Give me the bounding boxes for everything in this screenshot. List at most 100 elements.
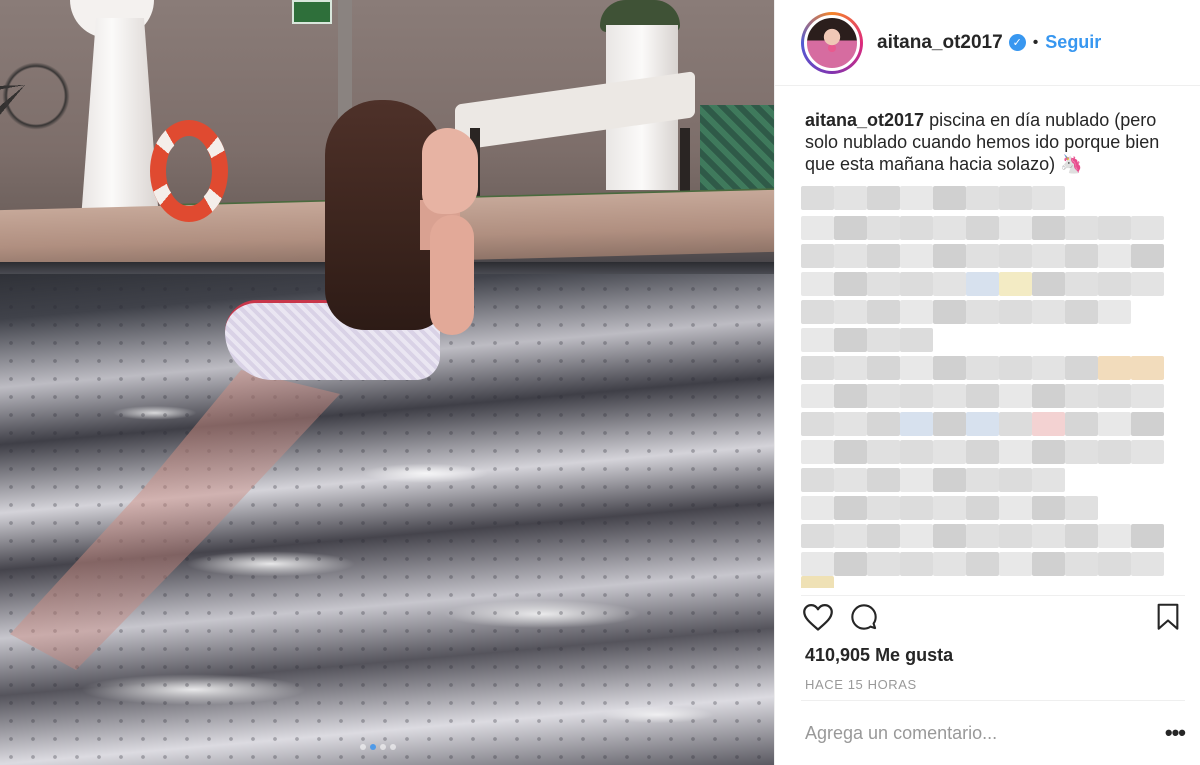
blurred-comment-pixel	[966, 440, 999, 464]
heart-icon[interactable]	[801, 600, 835, 634]
carousel-dot[interactable]	[390, 744, 396, 750]
username-link[interactable]: aitana_ot2017	[877, 32, 1003, 54]
blurred-comment-pixel	[966, 186, 999, 210]
blurred-comment-pixel	[801, 328, 834, 352]
blurred-comment-pixel	[1098, 440, 1131, 464]
blurred-comment-pixel	[867, 468, 900, 492]
blurred-comment-pixel	[867, 412, 900, 436]
carousel-dot[interactable]	[360, 744, 366, 750]
blurred-comment-pixel	[1065, 524, 1098, 548]
blurred-comment-pixel	[933, 552, 966, 576]
blurred-comment-pixel	[900, 468, 933, 492]
blurred-comment-pixel	[867, 496, 900, 520]
blurred-comment-pixel	[999, 272, 1032, 296]
blurred-comment-pixel	[900, 328, 933, 352]
blurred-comment-pixel	[999, 186, 1032, 210]
blurred-comment-pixel	[900, 300, 933, 324]
blurred-comment-pixel	[834, 272, 867, 296]
blurred-comment-pixel	[1131, 412, 1164, 436]
blurred-comment-pixel	[1131, 440, 1164, 464]
blurred-comment-pixel	[933, 272, 966, 296]
blurred-comment-pixel	[1032, 300, 1065, 324]
blurred-comment-pixel	[867, 244, 900, 268]
blurred-comment-pixel	[933, 384, 966, 408]
carousel-dot[interactable]	[370, 744, 376, 750]
carousel-dots	[360, 744, 396, 750]
blurred-comment-pixel	[867, 384, 900, 408]
blurred-comment-pixel	[1131, 524, 1164, 548]
post-photo[interactable]	[0, 0, 774, 765]
blurred-comment-pixel	[999, 524, 1032, 548]
blurred-comment-pixel	[999, 496, 1032, 520]
blurred-comment-pixel	[801, 186, 834, 210]
comment-icon[interactable]	[847, 600, 881, 634]
blurred-comment-pixel	[933, 244, 966, 268]
blurred-comment-pixel	[834, 412, 867, 436]
blurred-comment-pixel	[801, 244, 834, 268]
blurred-comment-pixel	[1131, 384, 1164, 408]
comment-input[interactable]	[801, 722, 1141, 744]
blurred-comment-pixel	[801, 440, 834, 464]
bookmark-icon[interactable]	[1151, 600, 1185, 634]
blurred-comment-pixel	[1032, 524, 1065, 548]
blurred-comment-pixel	[1065, 300, 1098, 324]
blurred-comment-pixel	[999, 468, 1032, 492]
blurred-comment-pixel	[834, 328, 867, 352]
blurred-comment-pixel	[834, 468, 867, 492]
blurred-comment-pixel	[966, 216, 999, 240]
blurred-comment-pixel	[1098, 244, 1131, 268]
blurred-comment-pixel	[1098, 412, 1131, 436]
blurred-comment-pixel	[801, 300, 834, 324]
blurred-comment-pixel	[867, 440, 900, 464]
blurred-comment-pixel	[1065, 496, 1098, 520]
blurred-comment-pixel	[801, 576, 834, 588]
blurred-comment-pixel	[801, 216, 834, 240]
blurred-comment-pixel	[900, 216, 933, 240]
avatar[interactable]	[801, 11, 863, 74]
blurred-comment-pixel	[966, 496, 999, 520]
blurred-comment-pixel	[966, 412, 999, 436]
blurred-comment-pixel	[966, 356, 999, 380]
blurred-comment-pixel	[867, 356, 900, 380]
blurred-comment-pixel	[933, 468, 966, 492]
blurred-comment-pixel	[966, 272, 999, 296]
carousel-dot[interactable]	[380, 744, 386, 750]
blurred-comment-pixel	[999, 300, 1032, 324]
blurred-comment-pixel	[933, 186, 966, 210]
post-timestamp[interactable]: HACE 15 HORAS	[805, 677, 917, 692]
blurred-comment-pixel	[867, 216, 900, 240]
blurred-comment-pixel	[1032, 440, 1065, 464]
blurred-comment-pixel	[900, 384, 933, 408]
caption-username[interactable]: aitana_ot2017	[805, 110, 924, 130]
blurred-comment-pixel	[1065, 216, 1098, 240]
avatar-image	[804, 14, 860, 71]
blurred-comment-pixel	[801, 384, 834, 408]
actions-divider	[801, 595, 1185, 596]
blurred-comment-pixel	[933, 412, 966, 436]
blurred-comment-pixel	[900, 412, 933, 436]
blurred-comment-pixel	[1098, 272, 1131, 296]
blurred-comment-pixel	[1032, 496, 1065, 520]
blurred-comment-pixel	[1032, 356, 1065, 380]
blurred-comment-pixel	[900, 186, 933, 210]
likes-count[interactable]: 410,905 Me gusta	[805, 645, 953, 666]
blurred-comment-pixel	[834, 216, 867, 240]
blurred-comment-pixel	[834, 524, 867, 548]
blurred-comment-pixel	[834, 244, 867, 268]
blurred-comment-pixel	[966, 552, 999, 576]
blurred-comment-pixel	[999, 412, 1032, 436]
blurred-comment-pixel	[1065, 552, 1098, 576]
blurred-comment-pixel	[801, 412, 834, 436]
blurred-comment-pixel	[933, 300, 966, 324]
blurred-comment-pixel	[1065, 272, 1098, 296]
blurred-comment-pixel	[867, 524, 900, 548]
blurred-comment-pixel	[966, 244, 999, 268]
header-separator: •	[1032, 33, 1039, 51]
blurred-comment-pixel	[867, 300, 900, 324]
blurred-comment-pixel	[966, 468, 999, 492]
blurred-comment-pixel	[834, 496, 867, 520]
photo-lifebuoy	[150, 120, 228, 222]
more-options-icon[interactable]: •••	[1165, 722, 1186, 744]
follow-button[interactable]: Seguir	[1045, 32, 1101, 53]
blurred-comment-pixel	[900, 272, 933, 296]
